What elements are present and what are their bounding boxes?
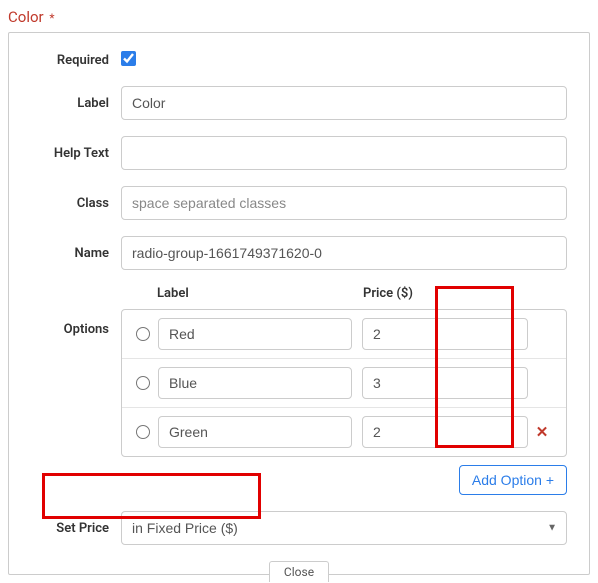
label-name: Name	[31, 246, 121, 261]
col-label-header: Label	[157, 286, 363, 301]
option-price-input[interactable]	[362, 367, 528, 399]
control-setprice: in Fixed Price ($) ▼	[121, 511, 567, 545]
label-setprice: Set Price	[31, 521, 121, 536]
form-panel: Required Label Help Text Class Name Opti…	[8, 32, 590, 575]
label-options: Options	[31, 286, 121, 337]
option-radio[interactable]	[136, 376, 150, 390]
close-button[interactable]: Close	[269, 561, 329, 582]
remove-option-icon[interactable]: ✕	[536, 423, 549, 441]
col-radio-header	[135, 286, 157, 301]
row-options: Options Label Price ($)	[31, 286, 567, 495]
option-label-input[interactable]	[158, 367, 352, 399]
option-radio[interactable]	[136, 425, 150, 439]
add-option-button[interactable]: Add Option +	[459, 465, 567, 495]
label-input[interactable]	[121, 86, 567, 120]
add-option-row: Add Option +	[121, 465, 567, 495]
row-required: Required	[31, 51, 567, 70]
required-checkbox[interactable]	[121, 51, 136, 66]
row-setprice: Set Price in Fixed Price ($) ▼	[31, 511, 567, 545]
help-input[interactable]	[121, 136, 567, 170]
option-label-input[interactable]	[158, 318, 352, 350]
label-required: Required	[31, 53, 121, 68]
option-row: ✕	[122, 408, 566, 456]
options-header: Label Price ($)	[121, 286, 567, 309]
options-box: ✕	[121, 309, 567, 457]
row-name: Name	[31, 236, 567, 270]
option-remove-slot: ✕	[532, 423, 552, 441]
options-table: Label Price ($)	[121, 286, 567, 495]
panel-title: Color *	[8, 8, 590, 26]
control-name	[121, 236, 567, 270]
label-label: Label	[31, 96, 121, 111]
control-required	[121, 51, 567, 70]
class-input[interactable]	[121, 186, 567, 220]
option-row	[122, 359, 566, 408]
option-price-input[interactable]	[362, 416, 528, 448]
label-class: Class	[31, 196, 121, 211]
title-text: Color	[8, 8, 44, 26]
option-label-input[interactable]	[158, 416, 352, 448]
row-class: Class	[31, 186, 567, 220]
option-radio[interactable]	[136, 327, 150, 341]
option-price-input[interactable]	[362, 318, 528, 350]
setprice-select[interactable]: in Fixed Price ($)	[121, 511, 567, 545]
label-help: Help Text	[31, 146, 121, 161]
row-label: Label	[31, 86, 567, 120]
control-class	[121, 186, 567, 220]
control-help	[121, 136, 567, 170]
control-label	[121, 86, 567, 120]
name-input[interactable]	[121, 236, 567, 270]
close-wrap: Close	[31, 561, 567, 582]
row-help: Help Text	[31, 136, 567, 170]
col-price-header: Price ($)	[363, 286, 553, 301]
required-asterisk: *	[49, 11, 54, 25]
option-row	[122, 310, 566, 359]
